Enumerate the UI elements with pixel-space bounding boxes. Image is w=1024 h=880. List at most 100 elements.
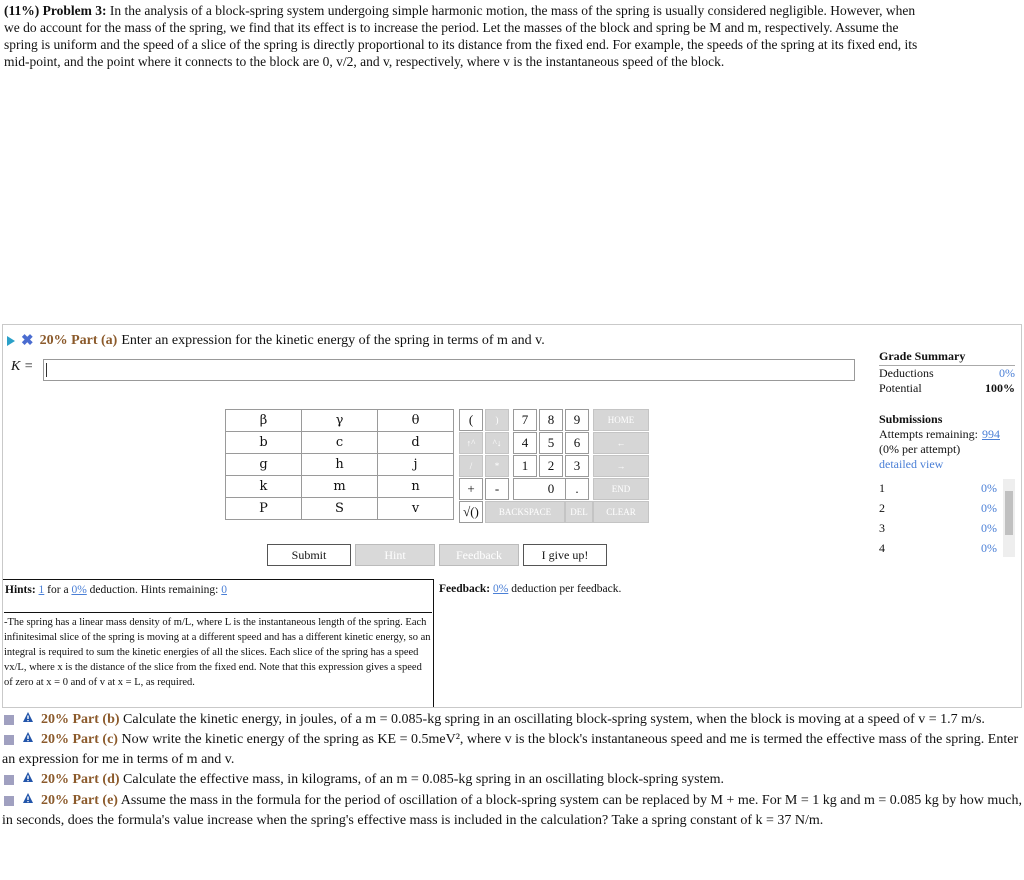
submissions-scrollbar[interactable] — [1003, 479, 1015, 557]
part-d[interactable]: 20% Part (d) Calculate the effective mas… — [0, 770, 1024, 790]
key-5[interactable]: 5 — [539, 432, 563, 454]
hints-header: Hints: 1 for a 0% deduction. Hints remai… — [3, 580, 433, 600]
key-d[interactable]: d — [377, 431, 454, 454]
key-8[interactable]: 8 — [539, 409, 563, 431]
feedback-value: 0% — [492, 583, 509, 595]
hints-count: 1 — [38, 584, 45, 596]
submission-row: 1 0% — [879, 481, 997, 495]
part-d-percent: 20% Part (d) — [41, 772, 120, 788]
submission-row: 2 0% — [879, 501, 997, 515]
key-7[interactable]: 7 — [513, 409, 537, 431]
hints-for-a: for a — [47, 584, 69, 596]
key-home[interactable]: HOME — [593, 409, 649, 431]
part-c-text: Now write the kinetic energy of the spri… — [2, 732, 1019, 768]
feedback-button[interactable]: Feedback — [439, 544, 519, 566]
hints-label: Hints: — [5, 584, 36, 596]
potential-label: Potential — [879, 381, 922, 395]
play-icon[interactable] — [7, 335, 15, 346]
per-attempt: (0% per attempt) — [879, 442, 961, 456]
key-clear[interactable]: CLEAR — [593, 501, 649, 523]
key-c[interactable]: c — [301, 431, 378, 454]
key-1[interactable]: 1 — [513, 455, 537, 477]
key-gamma[interactable]: γ — [301, 409, 378, 432]
part-icon — [4, 715, 14, 725]
key-2[interactable]: 2 — [539, 455, 563, 477]
key-g[interactable]: g — [225, 453, 302, 476]
hints-remaining-label: deduction. Hints remaining: — [89, 584, 219, 596]
hints-box: Hints: 1 for a 0% deduction. Hints remai… — [3, 579, 434, 707]
part-c-percent: 20% Part (c) — [41, 732, 118, 748]
hint-text: -The spring has a linear mass density of… — [4, 612, 432, 690]
key-b[interactable]: b — [225, 431, 302, 454]
feedback-summary: Feedback: 0% deduction per feedback. — [439, 583, 621, 595]
potential-row: Potential 100% — [879, 381, 1015, 396]
part-e-percent: 20% Part (e) — [41, 792, 118, 808]
key-left-arrow[interactable]: ← — [593, 432, 649, 454]
key-k[interactable]: k — [225, 475, 302, 498]
give-up-button[interactable]: I give up! — [523, 544, 607, 566]
key-subscript[interactable]: ^↓ — [485, 432, 509, 454]
submission-list: 1 0% 2 0% 3 0% 4 0% — [879, 481, 1015, 561]
potential-value: 100% — [985, 381, 1015, 395]
warning-icon — [22, 710, 34, 730]
part-a-header: ✖ 20% Part (a) Enter an expression for t… — [7, 331, 545, 350]
key-3[interactable]: 3 — [565, 455, 589, 477]
key-end[interactable]: END — [593, 478, 649, 500]
part-b[interactable]: 20% Part (b) Calculate the kinetic energ… — [0, 710, 1024, 730]
key-dot[interactable]: . — [565, 478, 589, 500]
part-c[interactable]: 20% Part (c) Now write the kinetic energ… — [0, 730, 1024, 770]
key-right-arrow[interactable]: → — [593, 455, 649, 477]
key-j[interactable]: j — [377, 453, 454, 476]
key-p[interactable]: P — [225, 497, 302, 520]
key-4[interactable]: 4 — [513, 432, 537, 454]
hints-deduction: 0% — [71, 584, 87, 596]
key-divide[interactable]: / — [459, 455, 483, 477]
key-plus[interactable]: + — [459, 478, 483, 500]
key-beta[interactable]: β — [225, 409, 302, 432]
submission-row: 3 0% — [879, 521, 997, 535]
answer-label: K = — [11, 359, 34, 374]
grade-summary: Grade Summary Deductions 0% Potential 10… — [879, 349, 1015, 557]
hints-remaining: 0 — [221, 584, 227, 596]
warning-icon — [22, 770, 34, 790]
text-caret — [46, 363, 47, 377]
warning-icon — [22, 730, 34, 750]
key-sqrt[interactable]: √() — [459, 501, 483, 523]
key-s[interactable]: S — [301, 497, 378, 520]
part-icon — [4, 735, 14, 746]
part-a-panel: ✖ 20% Part (a) Enter an expression for t… — [2, 324, 1022, 708]
hint-button[interactable]: Hint — [355, 544, 435, 566]
key-m[interactable]: m — [301, 475, 378, 498]
key-backspace[interactable]: BACKSPACE — [485, 501, 565, 523]
detailed-view-link[interactable]: detailed view — [879, 457, 1015, 472]
key-close-paren[interactable]: ) — [485, 409, 509, 431]
submissions-title: Submissions — [879, 412, 943, 426]
key-del[interactable]: DEL — [565, 501, 593, 523]
variable-keypad: β γ θ b c d g h j k m n P S v — [225, 409, 454, 520]
key-theta[interactable]: θ — [377, 409, 454, 432]
key-9[interactable]: 9 — [565, 409, 589, 431]
answer-input[interactable] — [43, 359, 855, 381]
attempts-value: 994 — [981, 427, 1000, 441]
submit-button[interactable]: Submit — [267, 544, 351, 566]
deductions-row: Deductions 0% — [879, 366, 1015, 381]
other-parts: 20% Part (b) Calculate the kinetic energ… — [0, 710, 1024, 831]
part-e[interactable]: 20% Part (e) Assume the mass in the form… — [0, 791, 1024, 831]
attempts-label: Attempts remaining: — [879, 427, 978, 441]
problem-text: In the analysis of a block-spring system… — [4, 3, 918, 69]
x-icon: ✖ — [21, 333, 34, 349]
scrollbar-thumb[interactable] — [1005, 491, 1013, 535]
grade-summary-title: Grade Summary — [879, 349, 1015, 366]
key-open-paren[interactable]: ( — [459, 409, 483, 431]
key-6[interactable]: 6 — [565, 432, 589, 454]
key-superscript[interactable]: ↑^ — [459, 432, 483, 454]
feedback-suffix: deduction per feedback. — [511, 583, 622, 595]
key-v[interactable]: v — [377, 497, 454, 520]
key-h[interactable]: h — [301, 453, 378, 476]
key-minus[interactable]: - — [485, 478, 509, 500]
key-multiply[interactable]: * — [485, 455, 509, 477]
warning-icon — [22, 791, 34, 811]
part-b-percent: 20% Part (b) — [41, 712, 120, 728]
part-a-prompt: Enter an expression for the kinetic ener… — [121, 332, 545, 348]
key-n[interactable]: n — [377, 475, 454, 498]
